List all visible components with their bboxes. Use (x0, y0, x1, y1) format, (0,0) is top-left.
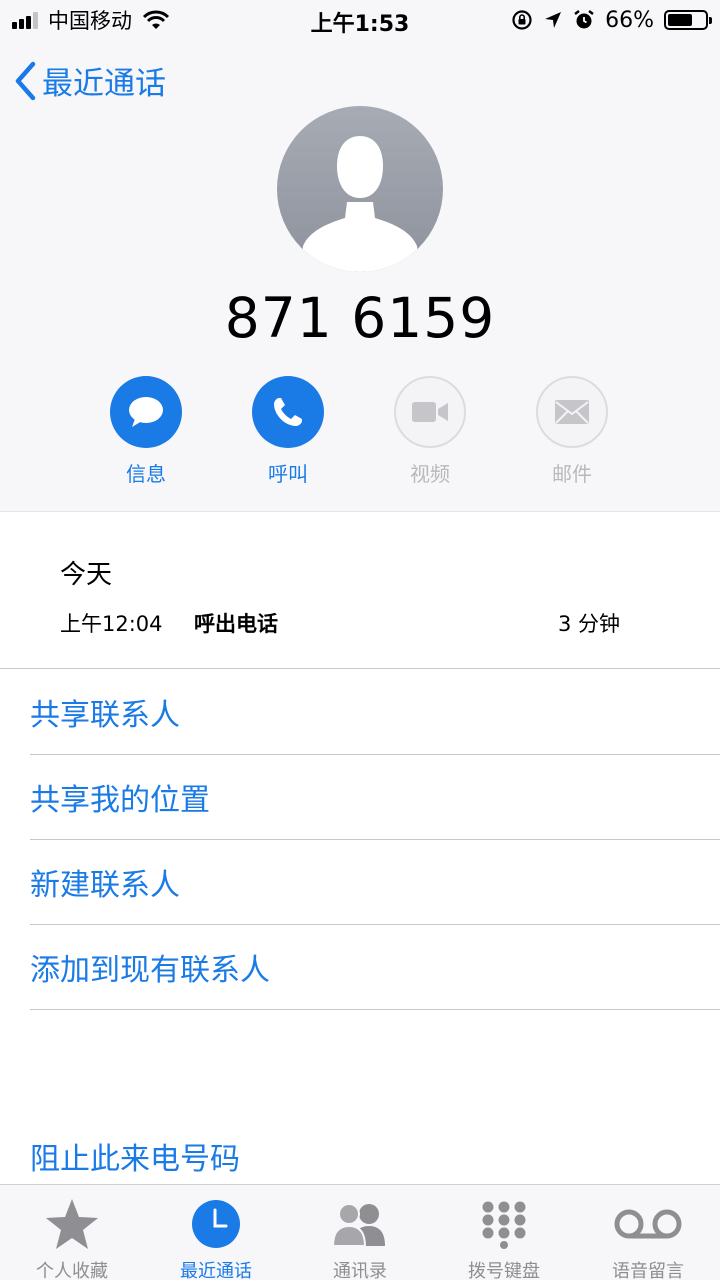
tab-voicemail-label: 语音留言 (612, 1261, 684, 1280)
rotation-lock-icon (512, 10, 532, 30)
wifi-icon (142, 10, 170, 29)
keypad-icon (482, 1201, 526, 1249)
video-icon (412, 402, 448, 422)
alarm-icon (574, 10, 594, 29)
video-label: 视频 (410, 462, 450, 486)
action-bar: 信息 呼叫 视频 邮件 (0, 376, 720, 496)
back-label: 最近通话 (42, 66, 166, 102)
call-type: 呼出电话 (194, 612, 278, 636)
tab-voicemail[interactable]: 语音留言 (576, 1195, 720, 1280)
status-bar: 中国移动 上午1:53 66% (0, 0, 720, 40)
signal-icon (12, 11, 40, 29)
message-icon (129, 397, 163, 427)
mail-icon (555, 400, 589, 424)
video-action[interactable]: 视频 (370, 376, 490, 487)
share-contact-button[interactable]: 共享联系人 (30, 670, 720, 755)
battery-fill (668, 14, 692, 26)
history-day: 今天 (60, 560, 113, 590)
star-icon (46, 1199, 98, 1249)
tab-keypad-label: 拨号键盘 (468, 1261, 540, 1280)
call-duration: 3 分钟 (557, 612, 620, 636)
carrier-label: 中国移动 (48, 9, 132, 33)
phone-icon (274, 398, 302, 426)
tab-keypad[interactable]: 拨号键盘 (432, 1195, 576, 1280)
status-right: 66% (501, 6, 712, 34)
call-time: 上午12:04 (60, 612, 163, 636)
tab-contacts[interactable]: 通讯录 (288, 1195, 432, 1280)
message-label: 信息 (126, 462, 166, 486)
person-silhouette-icon (301, 136, 419, 272)
contact-header: 最近通话 871 6159 信息 呼叫 视频 邮件 (0, 40, 720, 512)
phone-number: 871 6159 (224, 286, 496, 350)
battery-percent: 66% (605, 7, 654, 33)
tab-recents[interactable]: 最近通话 (144, 1195, 288, 1280)
mail-label: 邮件 (552, 462, 592, 486)
clock-icon (192, 1200, 240, 1248)
block-caller-button[interactable]: 阻止此来电号码 (30, 1134, 240, 1178)
tab-favorites-label: 个人收藏 (36, 1261, 108, 1280)
back-button[interactable]: 最近通话 (14, 58, 166, 103)
tab-contacts-label: 通讯录 (333, 1261, 387, 1280)
share-location-button[interactable]: 共享我的位置 (30, 755, 720, 840)
mail-button[interactable] (536, 376, 608, 448)
call-action[interactable]: 呼叫 (228, 376, 348, 487)
message-action[interactable]: 信息 (86, 376, 206, 487)
call-button[interactable] (252, 376, 324, 448)
call-label: 呼叫 (268, 462, 308, 486)
location-icon (545, 12, 562, 28)
message-button[interactable] (110, 376, 182, 448)
chevron-left-icon (15, 61, 36, 100)
status-left: 中国移动 (12, 6, 170, 34)
contact-options: 共享联系人 共享我的位置 新建联系人 添加到现有联系人 (30, 670, 720, 1010)
contacts-icon (331, 1203, 385, 1247)
tab-favorites[interactable]: 个人收藏 (0, 1195, 144, 1280)
mail-action[interactable]: 邮件 (512, 376, 632, 487)
avatar (277, 106, 443, 272)
add-to-existing-contact-button[interactable]: 添加到现有联系人 (30, 925, 720, 1010)
new-contact-button[interactable]: 新建联系人 (30, 840, 720, 925)
video-button[interactable] (394, 376, 466, 448)
tab-bar: 个人收藏 最近通话 通讯录 拨号键盘 语音留言 (0, 1184, 720, 1280)
voicemail-icon (614, 1209, 682, 1239)
tab-recents-label: 最近通话 (180, 1261, 252, 1280)
call-history: 今天 上午12:04 呼出电话 3 分钟 (0, 512, 720, 669)
battery-icon (664, 10, 712, 30)
